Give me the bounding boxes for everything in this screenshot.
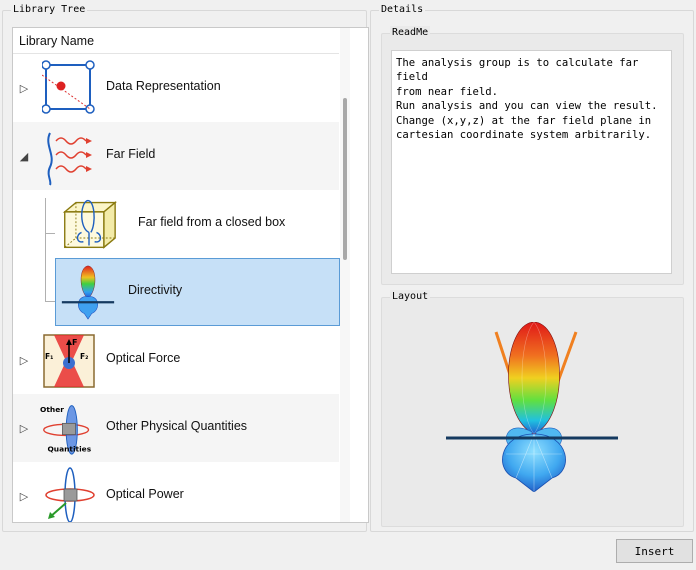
tree-scrollbar[interactable] [340, 28, 350, 522]
layout-group: Layout [381, 290, 684, 527]
collapse-arrow-icon[interactable]: ◢ [19, 150, 29, 163]
library-tree-title: Library Tree [11, 3, 88, 17]
library-name-header-label: Library Name [19, 34, 95, 48]
tree-item-label: Optical Power [106, 487, 184, 501]
tree-item-optical-power[interactable]: ▷ Optical Power [13, 462, 339, 522]
other-text: Other [40, 405, 64, 414]
readme-text-area[interactable]: The analysis group is to calculate far f… [391, 50, 672, 274]
force-label-1: F₁ [45, 352, 53, 361]
expand-arrow-icon[interactable]: ▷ [19, 490, 29, 503]
expand-arrow-icon[interactable]: ▷ [19, 354, 29, 367]
data-representation-icon [42, 60, 95, 114]
tree-item-label: Far Field [106, 147, 156, 161]
optical-force-icon: F F₁ F₂ [43, 334, 95, 388]
other-quantities-icon: Other Quantities [40, 405, 92, 455]
library-tree[interactable]: Library Name ▷ Data Representation ◢ Far… [12, 27, 369, 523]
details-group: Details ReadMe The analysis group is to … [370, 3, 694, 532]
quantities-text: Quantities [47, 444, 91, 453]
tree-item-label: Other Physical Quantities [106, 419, 248, 433]
directivity-pattern-image [446, 322, 618, 492]
layout-title: Layout [390, 290, 431, 304]
force-label: F [72, 338, 77, 347]
tree-item-label: Data Representation [106, 79, 221, 93]
tree-item-label: Optical Force [106, 351, 181, 365]
tree-connector-line [45, 301, 55, 302]
readme-group: ReadMe The analysis group is to calculat… [381, 26, 684, 285]
tree-item-far-field[interactable]: ◢ Far Field [13, 122, 339, 190]
far-field-icon [47, 132, 92, 186]
tree-item-label: Directivity [128, 283, 183, 297]
tree-item-far-field-closed-box[interactable]: Far field from a closed box [55, 190, 339, 258]
tree-connector-line [45, 198, 46, 302]
directivity-icon [61, 265, 115, 320]
closed-box-icon [62, 199, 117, 249]
readme-title: ReadMe [390, 26, 431, 40]
readme-text: The analysis group is to calculate far f… [396, 57, 658, 142]
library-tree-group: Library Tree Library Name ▷ Data Represe… [2, 3, 369, 532]
tree-connector-line [45, 233, 55, 234]
tree-item-data-representation[interactable]: ▷ Data Representation [13, 54, 339, 122]
expand-arrow-icon[interactable]: ▷ [19, 422, 29, 435]
tree-item-other-physical-quantities[interactable]: ▷ Other Quantities Other Physical Quanti… [13, 394, 339, 462]
details-title: Details [379, 3, 426, 17]
force-label-2: F₂ [80, 352, 88, 361]
tree-item-label: Far field from a closed box [138, 215, 286, 229]
insert-button[interactable]: Insert [616, 539, 693, 563]
tree-item-optical-force[interactable]: ▷ F F₁ F₂ Optical Force [13, 326, 339, 394]
library-name-header[interactable]: Library Name [13, 28, 339, 54]
tree-scrollbar-thumb[interactable] [343, 98, 347, 260]
optical-power-icon [45, 467, 95, 522]
tree-item-directivity[interactable]: Directivity [55, 258, 340, 326]
expand-arrow-icon[interactable]: ▷ [19, 82, 29, 95]
